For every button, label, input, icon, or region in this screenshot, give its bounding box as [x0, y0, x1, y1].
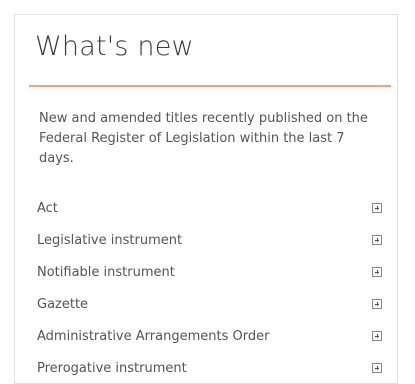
list-item-notifiable-instrument[interactable]: Notifiable instrument [37, 256, 382, 288]
plus-box-icon[interactable] [372, 203, 382, 213]
list-item-label: Prerogative instrument [37, 360, 187, 376]
list-item-administrative-arrangements-order[interactable]: Administrative Arrangements Order [37, 320, 382, 352]
list-item-act[interactable]: Act [37, 192, 382, 224]
title-type-list: Act Legislative instrument Notifiable in… [37, 192, 382, 384]
whats-new-panel: What's new New and amended titles recent… [14, 14, 398, 384]
plus-box-icon[interactable] [372, 235, 382, 245]
list-item-prerogative-instrument[interactable]: Prerogative instrument [37, 352, 382, 384]
list-item-label: Administrative Arrangements Order [37, 328, 270, 344]
list-item-gazette[interactable]: Gazette [37, 288, 382, 320]
list-item-label: Act [37, 200, 58, 216]
list-item-label: Gazette [37, 296, 89, 312]
panel-title: What's new [35, 31, 194, 62]
list-item-label: Legislative instrument [37, 232, 183, 248]
title-divider [29, 85, 391, 87]
list-item-label: Notifiable instrument [37, 264, 175, 280]
plus-box-icon[interactable] [372, 299, 382, 309]
list-item-legislative-instrument[interactable]: Legislative instrument [37, 224, 382, 256]
plus-box-icon[interactable] [372, 363, 382, 373]
plus-box-icon[interactable] [372, 267, 382, 277]
plus-box-icon[interactable] [372, 331, 382, 341]
panel-intro: New and amended titles recently publishe… [39, 111, 368, 166]
